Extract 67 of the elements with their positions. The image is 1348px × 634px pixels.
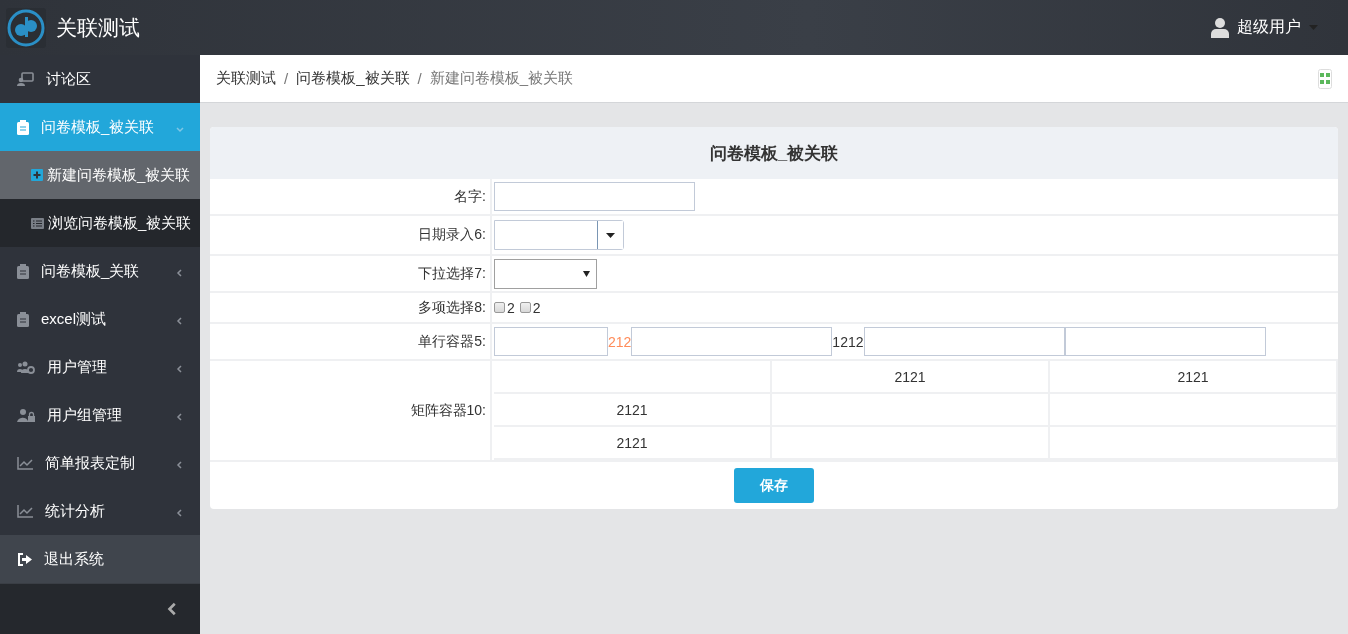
checkbox[interactable]	[494, 302, 505, 313]
form-title: 问卷模板_被关联	[210, 127, 1338, 179]
breadcrumb-separator: /	[284, 70, 289, 87]
field-label: 单行容器5:	[210, 324, 492, 359]
list-icon	[31, 217, 44, 229]
checkbox-label: 2	[532, 299, 541, 316]
breadcrumb-link[interactable]: 问卷模板_被关联	[296, 69, 410, 88]
sidebar-item[interactable]: 问卷模板_关联	[0, 247, 200, 295]
collapse-button[interactable]	[0, 583, 200, 634]
plus-square-icon	[31, 169, 43, 181]
chevron-left-icon	[176, 412, 184, 421]
chevron-left-icon	[176, 268, 184, 277]
field-label: 下拉选择7:	[210, 256, 492, 291]
name-input[interactable]	[494, 182, 695, 211]
inline-text: 1212	[832, 333, 864, 350]
field-label: 日期录入6:	[210, 216, 492, 254]
clipboard-icon	[17, 311, 29, 327]
clipboard-icon	[17, 263, 29, 279]
user-lock-icon	[17, 408, 35, 422]
caret-icon	[583, 270, 590, 277]
checkbox-label: 2	[507, 299, 515, 316]
dropdown-button[interactable]	[597, 221, 623, 249]
chevron-left-icon	[176, 508, 184, 517]
breadcrumb-separator: /	[417, 70, 422, 87]
sidebar-item[interactable]: 退出系统	[0, 535, 200, 583]
users-gear-icon	[17, 360, 35, 374]
field-label: 名字:	[210, 179, 492, 214]
chevron-down-icon	[176, 124, 184, 133]
matrix-cell: 2121	[1050, 361, 1338, 394]
inline-text: 212	[608, 333, 632, 350]
sidebar-item[interactable]: 简单报表定制	[0, 439, 200, 487]
chevron-left-icon	[176, 460, 184, 469]
field-label: 多项选择8:	[210, 293, 492, 322]
clipboard-icon	[17, 119, 29, 135]
matrix-cell: 2121	[772, 361, 1050, 394]
submenu-item[interactable]: 新建问卷模板_被关联	[0, 151, 200, 199]
chat-icon	[17, 72, 34, 86]
breadcrumb-link[interactable]: 新建问卷模板_被关联	[429, 69, 574, 88]
submenu-item[interactable]: 浏览问卷模板_被关联	[0, 199, 200, 247]
chevron-left-icon	[176, 316, 184, 325]
line-chart-icon	[17, 504, 33, 518]
date-field[interactable]	[494, 220, 624, 250]
user-icon	[1211, 17, 1229, 38]
sidebar-item[interactable]: 讨论区	[0, 55, 200, 103]
text-input[interactable]	[631, 327, 833, 356]
logo	[6, 7, 46, 48]
sidebar-item[interactable]: 用户组管理	[0, 391, 200, 439]
text-input[interactable]	[494, 327, 608, 356]
breadcrumb-link[interactable]: 关联测试	[216, 69, 276, 88]
sidebar-item[interactable]: 统计分析	[0, 487, 200, 535]
sidebar-item[interactable]: excel测试	[0, 295, 200, 343]
field-label: 矩阵容器10:	[210, 361, 492, 460]
line-chart-icon	[17, 456, 33, 470]
sign-out-icon	[17, 552, 32, 566]
caret-icon	[606, 232, 615, 238]
user-menu[interactable]: 超级用户	[1211, 17, 1318, 38]
text-input[interactable]	[1064, 327, 1266, 356]
text-input[interactable]	[863, 327, 1065, 356]
caret-icon	[1309, 25, 1318, 30]
chevron-left-icon	[176, 364, 184, 373]
dropdown-select[interactable]	[494, 258, 597, 289]
sidebar-item[interactable]: 用户管理	[0, 343, 200, 391]
app-title: 关联测试	[56, 14, 141, 41]
grid-icon[interactable]	[1318, 68, 1332, 89]
checkbox[interactable]	[519, 302, 531, 313]
matrix-cell: 2121	[494, 394, 772, 427]
matrix-cell: 2121	[494, 427, 772, 460]
